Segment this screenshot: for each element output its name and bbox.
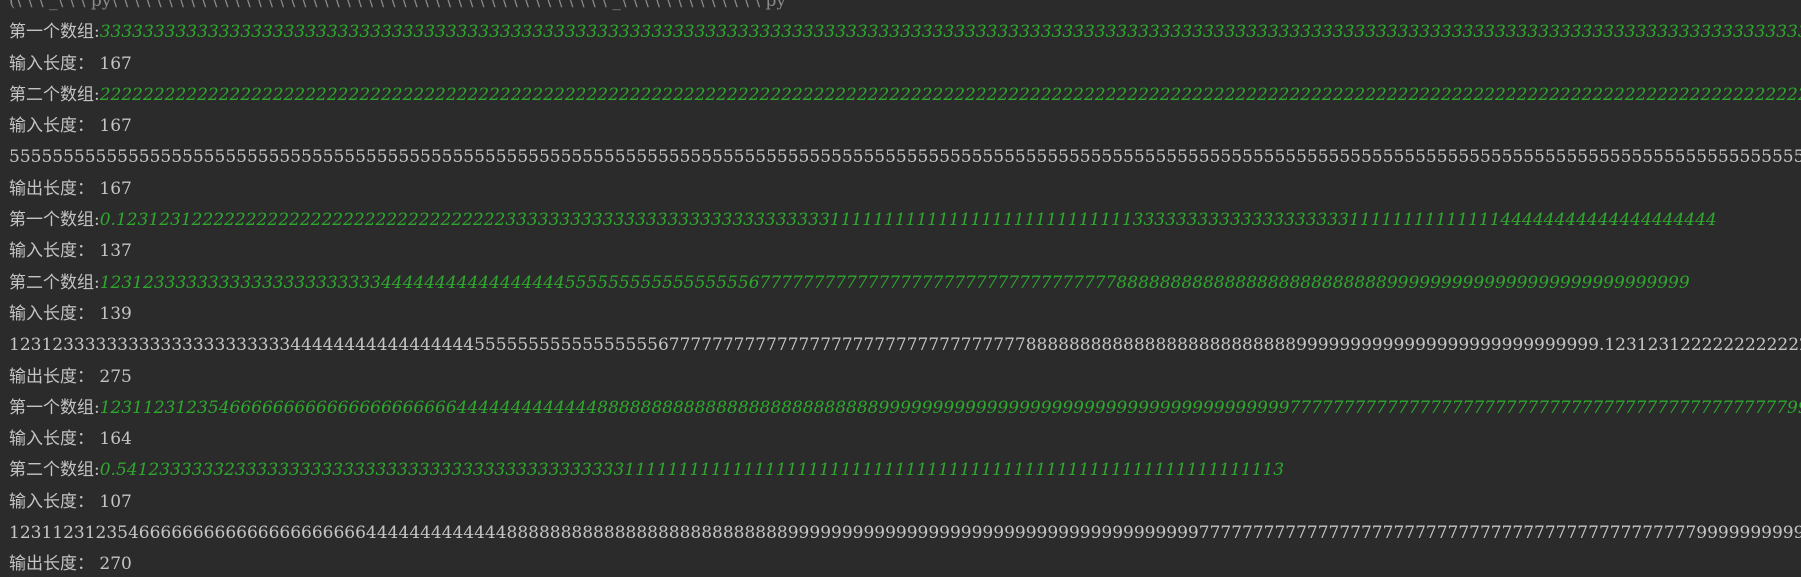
partial-text: (\ \ \ _\ \ \ py\ \ \ \ \ \ \ \ \ \ \ \ …	[9, 0, 787, 11]
console-line-input-length: 输入长度： 107	[0, 487, 1801, 518]
console-line-first-array: 第一个数组:0.12312312222222222222222222222222…	[0, 205, 1801, 236]
console-line-partial: (\ \ \ _\ \ \ py\ \ \ \ \ \ \ \ \ \ \ \ …	[0, 0, 1801, 17]
input-length-label: 输入长度：	[9, 53, 100, 74]
console-line-output-length: 输出长度： 275	[0, 362, 1801, 393]
console-line-first-array: 第一个数组:3333333333333333333333333333333333…	[0, 17, 1801, 48]
console-line-second-array: 第二个数组:0.54123333332333333333333333333333…	[0, 455, 1801, 486]
console-line-input-length: 输入长度： 167	[0, 49, 1801, 80]
result-value: 1231123123546666666666666666666664444444…	[9, 523, 1801, 544]
input-length-value: 164	[99, 429, 132, 450]
console-line-first-array: 第一个数组:1231123123546666666666666666666664…	[0, 393, 1801, 424]
first-array-label: 第一个数组:	[9, 210, 100, 231]
result-value: 5555555555555555555555555555555555555555…	[9, 147, 1801, 168]
console-line-input-length: 输入长度： 167	[0, 111, 1801, 142]
console-line-input-length: 输入长度： 164	[0, 424, 1801, 455]
output-length-label: 输出长度：	[9, 178, 100, 199]
input-length-label: 输入长度：	[9, 429, 100, 450]
first-array-value: 1231123123546666666666666666666664444444…	[99, 397, 1801, 418]
result-value: 1231233333333333333333333344444444444444…	[9, 335, 1801, 356]
first-array-label: 第一个数组:	[9, 397, 100, 418]
second-array-value: 1231233333333333333333333344444444444444…	[99, 272, 1690, 293]
console-line-result: 1231233333333333333333333344444444444444…	[0, 330, 1801, 361]
output-length-value: 167	[99, 178, 132, 199]
second-array-value: 2222222222222222222222222222222222222222…	[99, 84, 1801, 105]
console-line-second-array: 第二个数组:1231233333333333333333333344444444…	[0, 268, 1801, 299]
console-line-result: 1231123123546666666666666666666664444444…	[0, 518, 1801, 549]
first-array-value: 0.12312312222222222222222222222222222233…	[99, 210, 1717, 231]
console-line-second-array: 第二个数组:2222222222222222222222222222222222…	[0, 80, 1801, 111]
second-array-label: 第二个数组:	[9, 84, 100, 105]
input-length-label: 输入长度：	[9, 491, 100, 512]
second-array-label: 第二个数组:	[9, 272, 100, 293]
input-length-label: 输入长度：	[9, 116, 100, 137]
console-line-result: 5555555555555555555555555555555555555555…	[0, 142, 1801, 173]
console-output: (\ \ \ _\ \ \ py\ \ \ \ \ \ \ \ \ \ \ \ …	[0, 0, 1801, 577]
second-array-label: 第二个数组:	[9, 460, 100, 481]
console-line-output-length: 输出长度： 167	[0, 174, 1801, 205]
input-length-value: 167	[99, 53, 132, 74]
first-array-label: 第一个数组:	[9, 22, 100, 43]
input-length-value: 137	[99, 241, 132, 262]
output-length-label: 输出长度：	[9, 366, 100, 387]
output-length-value: 275	[99, 366, 132, 387]
first-array-value: 3333333333333333333333333333333333333333…	[99, 22, 1801, 43]
input-length-value: 107	[99, 491, 132, 512]
input-length-label: 输入长度：	[9, 303, 100, 324]
console-line-input-length: 输入长度： 137	[0, 236, 1801, 267]
console-line-output-length: 输出长度： 270	[0, 549, 1801, 577]
console-line-input-length: 输入长度： 139	[0, 299, 1801, 330]
input-length-value: 167	[99, 116, 132, 137]
output-length-label: 输出长度：	[9, 554, 100, 575]
output-length-value: 270	[99, 554, 132, 575]
input-length-label: 输入长度：	[9, 241, 100, 262]
input-length-value: 139	[99, 303, 132, 324]
second-array-value: 0.54123333332333333333333333333333333333…	[99, 460, 1285, 481]
